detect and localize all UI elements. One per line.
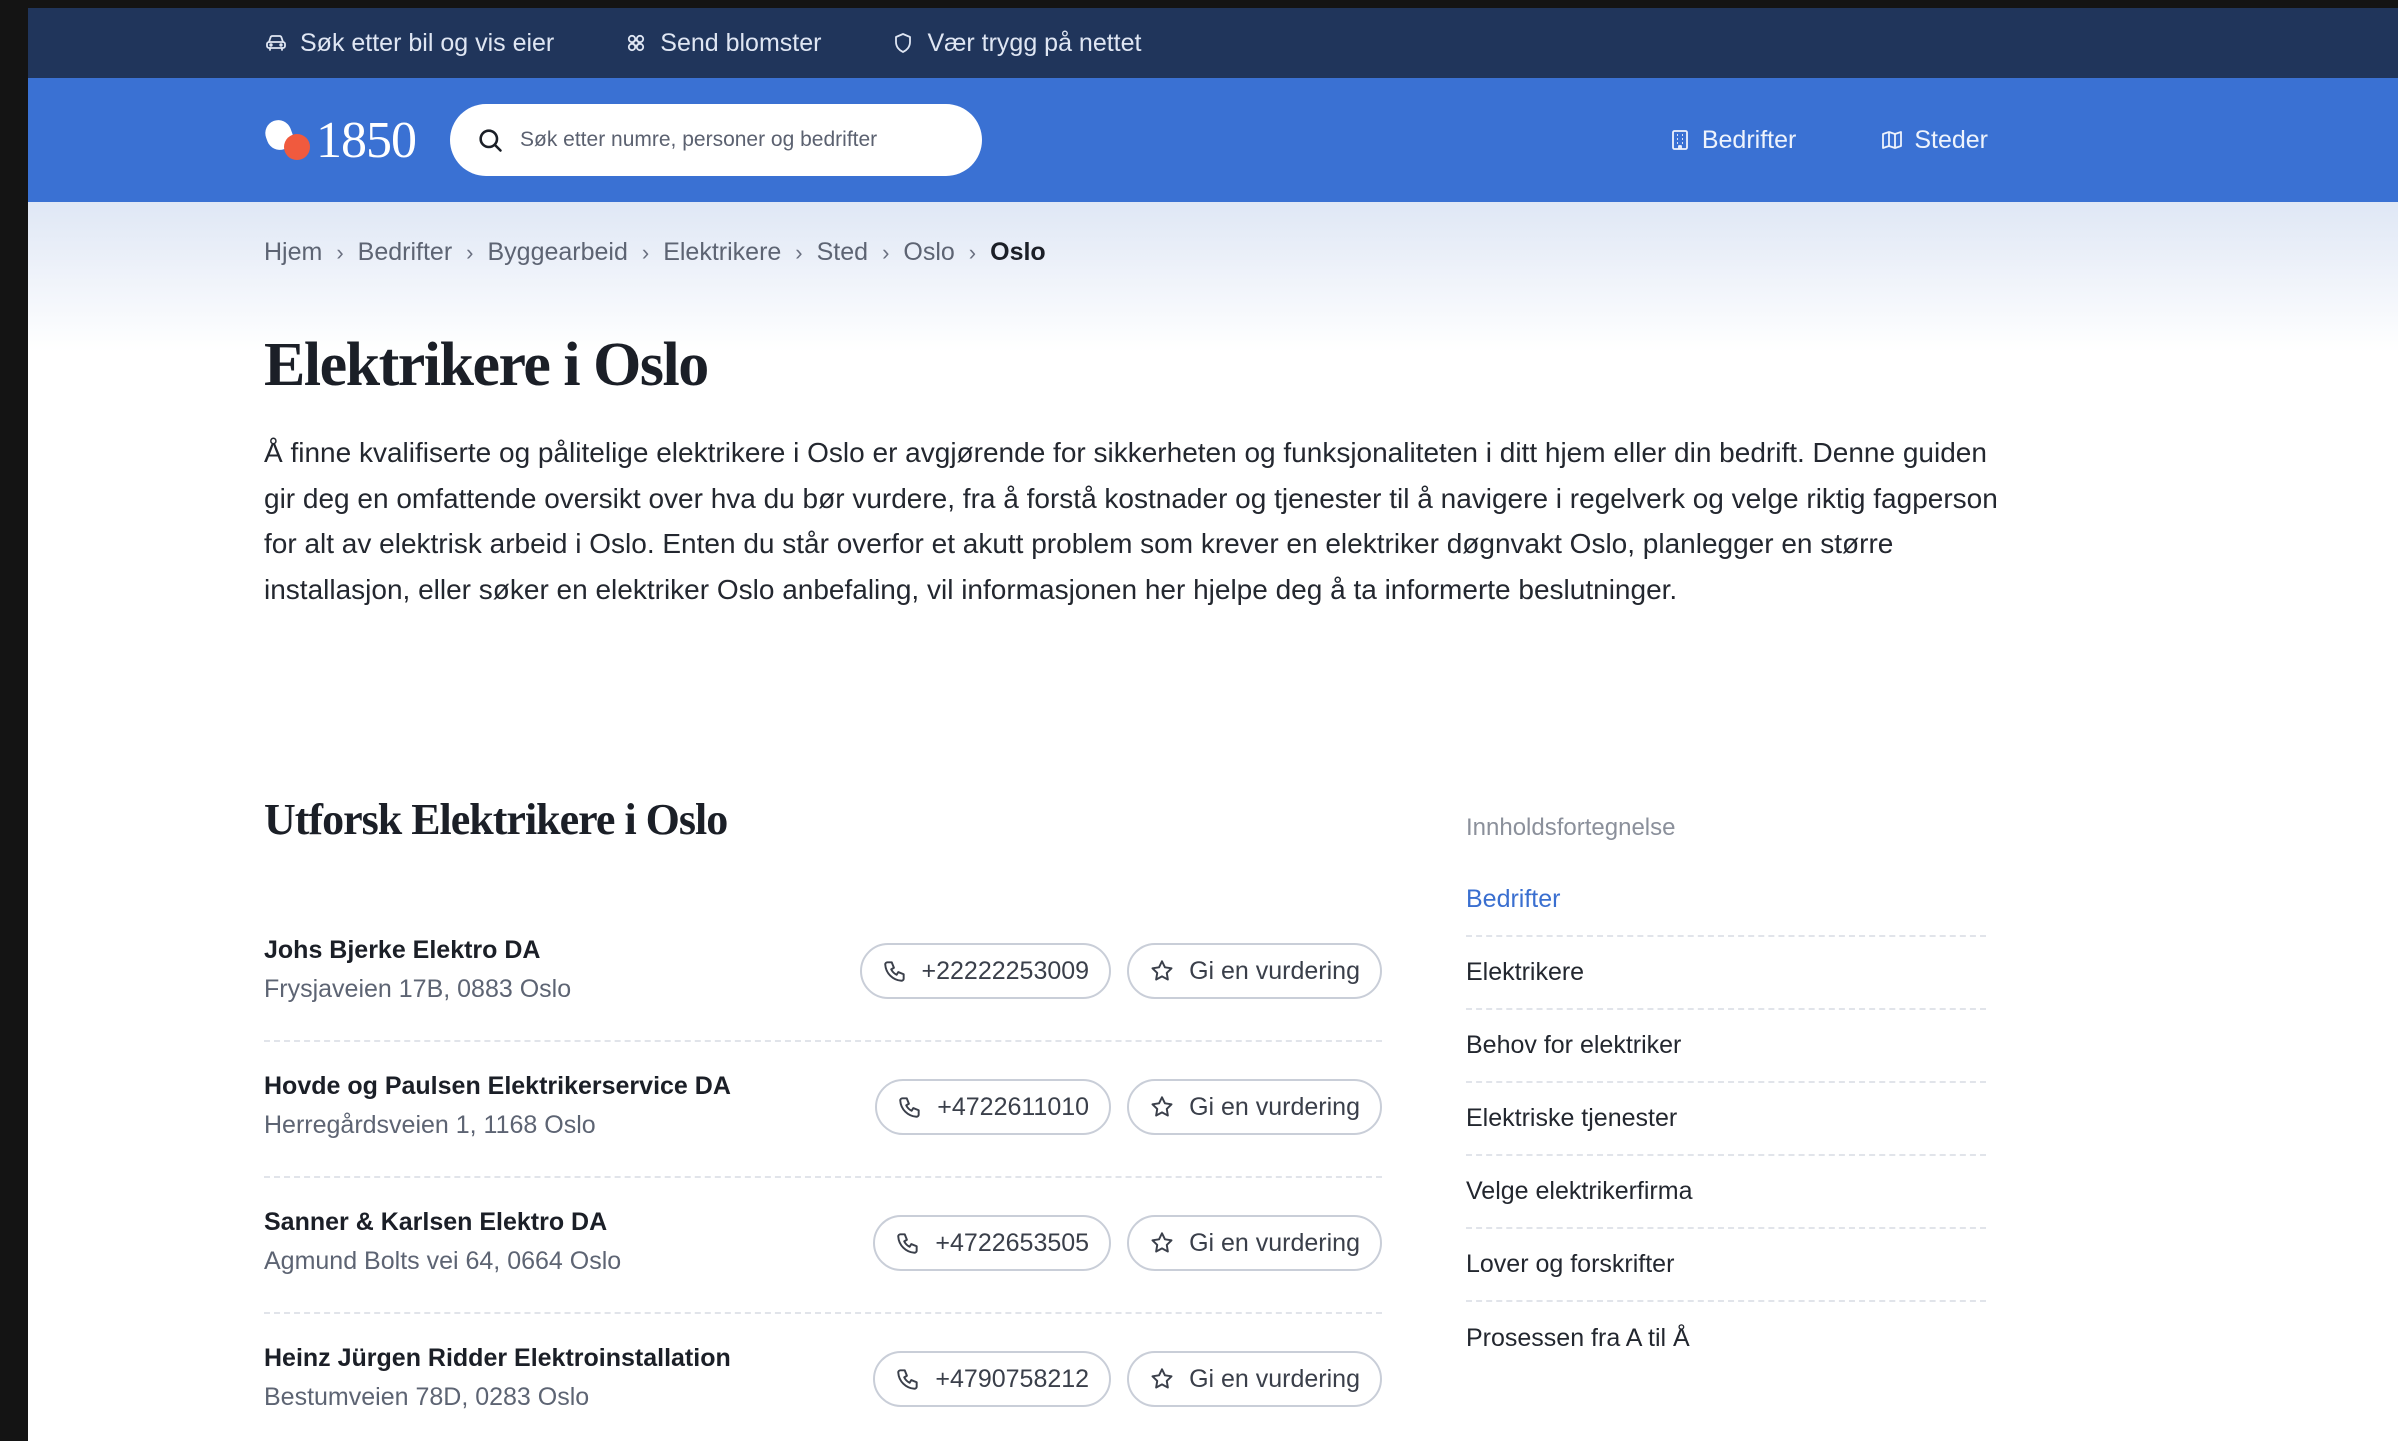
utility-link-label: Søk etter bil og vis eier bbox=[300, 28, 555, 57]
review-label: Gi en vurdering bbox=[1189, 1092, 1360, 1121]
company-name[interactable]: Johs Bjerke Elektro DA bbox=[264, 936, 571, 965]
toc-item-prosessen[interactable]: Prosessen fra A til Å bbox=[1466, 1302, 1986, 1375]
phone-number: +4722611010 bbox=[937, 1092, 1090, 1121]
nav-steder[interactable]: Steder bbox=[1880, 126, 1988, 155]
chevron-right-icon: › bbox=[968, 239, 977, 265]
breadcrumb-item-byggearbeid[interactable]: Byggearbeid bbox=[487, 238, 627, 267]
breadcrumb-item-bedrifter[interactable]: Bedrifter bbox=[358, 238, 452, 267]
phone-icon bbox=[899, 1097, 920, 1118]
phone-button[interactable]: +4722611010 bbox=[875, 1079, 1112, 1135]
review-button[interactable]: Gi en vurdering bbox=[1127, 1351, 1382, 1407]
breadcrumb-item-oslo[interactable]: Oslo bbox=[903, 238, 954, 267]
shield-icon bbox=[895, 33, 912, 53]
phone-button[interactable]: +4790758212 bbox=[873, 1351, 1112, 1407]
company-name[interactable]: Hovde og Paulsen Elektrikerservice DA bbox=[264, 1072, 731, 1101]
company-address: Agmund Bolts vei 64, 0664 Oslo bbox=[264, 1247, 622, 1275]
phone-number: +22222253009 bbox=[921, 956, 1090, 985]
list-item: Hovde og Paulsen Elektrikerservice DA He… bbox=[264, 1042, 1382, 1178]
chevron-right-icon: › bbox=[336, 239, 344, 265]
toc-item-lover[interactable]: Lover og forskrifter bbox=[1466, 1229, 1986, 1302]
company-name[interactable]: Sanner & Karlsen Elektro DA bbox=[264, 1208, 621, 1237]
chevron-right-icon: › bbox=[795, 239, 803, 265]
review-button[interactable]: Gi en vurdering bbox=[1127, 943, 1382, 999]
toc-item-bedrifter[interactable]: Bedrifter bbox=[1466, 864, 1986, 937]
list-item: Heinz Jürgen Ridder Elektroinstallation … bbox=[264, 1314, 1382, 1441]
logo-text: 1850 bbox=[316, 111, 417, 169]
header-nav: Bedrifter Steder bbox=[1668, 78, 1988, 202]
company-name[interactable]: Heinz Jürgen Ridder Elektroinstallation bbox=[264, 1344, 731, 1373]
nav-bedrifter[interactable]: Bedrifter bbox=[1668, 126, 1796, 155]
page-title: Elektrikere i Oslo bbox=[264, 331, 709, 399]
list-item: Sanner & Karlsen Elektro DA Agmund Bolts… bbox=[264, 1178, 1382, 1314]
logo-mark-icon bbox=[261, 116, 310, 162]
star-icon bbox=[1151, 1232, 1173, 1253]
toc-item-elektrikere[interactable]: Elektrikere bbox=[1466, 937, 1986, 1010]
map-icon bbox=[1882, 131, 1903, 149]
utility-link-label: Vær trygg på nettet bbox=[927, 28, 1142, 57]
star-icon bbox=[1151, 1096, 1173, 1117]
table-of-contents: Innholdsfortegnelse Bedrifter Elektriker… bbox=[1466, 814, 1986, 1375]
utility-link-car-owner[interactable]: Søk etter bil og vis eier bbox=[264, 29, 554, 58]
breadcrumb: Hjem › Bedrifter › Byggearbeid › Elektri… bbox=[264, 238, 1046, 267]
section-title: Utforsk Elektrikere i Oslo bbox=[264, 795, 728, 844]
car-icon bbox=[266, 35, 286, 51]
phone-button[interactable]: +4722653505 bbox=[873, 1215, 1112, 1271]
company-address: Bestumveien 78D, 0283 Oslo bbox=[264, 1383, 590, 1411]
nav-label: Bedrifter bbox=[1701, 125, 1797, 154]
phone-icon bbox=[897, 1233, 919, 1254]
browser-viewport: Søk etter bil og vis eier Send blomster … bbox=[28, 8, 2398, 1441]
company-list: Johs Bjerke Elektro DA Frysjaveien 17B, … bbox=[264, 906, 1382, 1441]
utility-link-safe-online[interactable]: Vær trygg på nettet bbox=[891, 29, 1141, 58]
intro-paragraph: Å finne kvalifiserte og pålitelige elekt… bbox=[264, 437, 1998, 605]
breadcrumb-item-sted[interactable]: Sted bbox=[817, 238, 868, 267]
review-button[interactable]: Gi en vurdering bbox=[1127, 1079, 1382, 1135]
phone-number: +4722653505 bbox=[935, 1228, 1090, 1257]
utility-link-flowers[interactable]: Send blomster bbox=[624, 29, 821, 58]
star-icon bbox=[1151, 960, 1173, 981]
chevron-right-icon: › bbox=[882, 239, 890, 265]
chevron-right-icon: › bbox=[641, 239, 650, 265]
phone-icon bbox=[883, 961, 905, 982]
review-label: Gi en vurdering bbox=[1189, 1228, 1360, 1257]
nav-label: Steder bbox=[1914, 125, 1988, 154]
phone-number: +4790758212 bbox=[935, 1364, 1090, 1393]
toc-item-velge[interactable]: Velge elektrikerfirma bbox=[1466, 1156, 1986, 1229]
site-logo[interactable]: 1850 bbox=[261, 111, 417, 170]
search-input[interactable] bbox=[520, 128, 940, 152]
company-address: Herregårdsveien 1, 1168 Oslo bbox=[264, 1111, 596, 1139]
company-address: Frysjaveien 17B, 0883 Oslo bbox=[264, 975, 572, 1003]
breadcrumb-current: Oslo bbox=[990, 238, 1046, 266]
toc-item-tjenester[interactable]: Elektriske tjenester bbox=[1466, 1083, 1986, 1156]
review-label: Gi en vurdering bbox=[1189, 956, 1360, 985]
building-icon bbox=[1671, 130, 1688, 150]
toc-item-behov[interactable]: Behov for elektriker bbox=[1466, 1010, 1986, 1083]
search-box[interactable] bbox=[450, 104, 982, 176]
phone-button[interactable]: +22222253009 bbox=[859, 943, 1112, 999]
breadcrumb-item-hjem[interactable]: Hjem bbox=[264, 238, 322, 267]
chevron-right-icon: › bbox=[466, 239, 474, 265]
review-label: Gi en vurdering bbox=[1189, 1364, 1360, 1393]
utility-link-label: Send blomster bbox=[660, 28, 822, 57]
search-icon bbox=[479, 129, 502, 152]
flower-icon bbox=[628, 34, 645, 52]
list-item: Johs Bjerke Elektro DA Frysjaveien 17B, … bbox=[264, 906, 1382, 1042]
toc-heading: Innholdsfortegnelse bbox=[1466, 814, 1676, 841]
breadcrumb-item-elektrikere[interactable]: Elektrikere bbox=[663, 238, 781, 267]
phone-icon bbox=[897, 1369, 919, 1390]
site-header: 1850 Bedrifter Steder bbox=[28, 78, 2398, 202]
star-icon bbox=[1151, 1368, 1173, 1389]
review-button[interactable]: Gi en vurdering bbox=[1127, 1215, 1382, 1271]
utility-bar: Søk etter bil og vis eier Send blomster … bbox=[28, 8, 2398, 78]
